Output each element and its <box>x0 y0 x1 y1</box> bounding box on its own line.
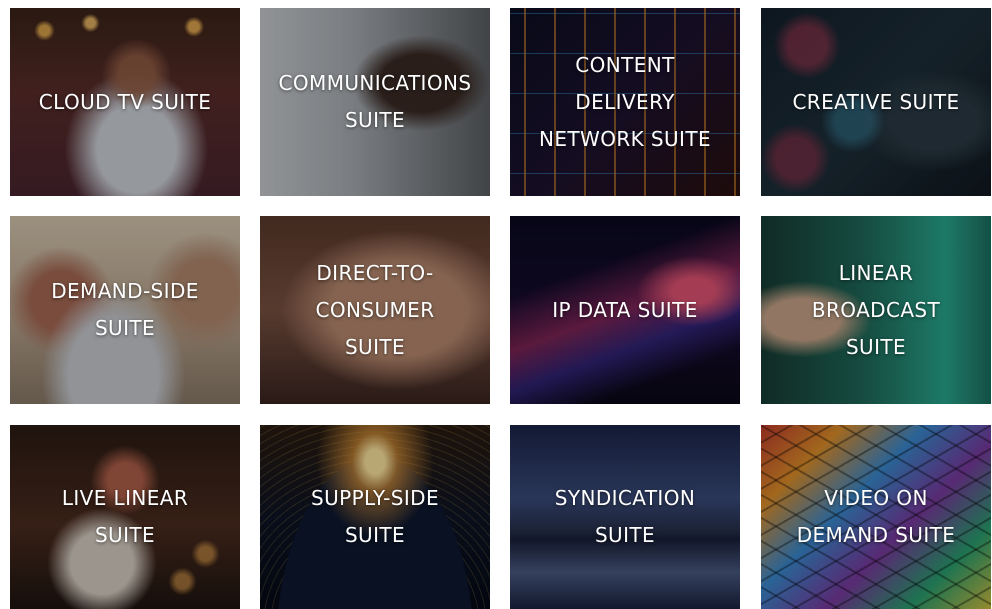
tile-label: CLOUD TV SUITE <box>38 89 212 114</box>
tile-content-delivery-network-suite[interactable]: CONTENT DELIVERY NETWORK SUITE <box>510 8 740 196</box>
tile-syndication-suite[interactable]: SYNDICATION SUITE <box>510 425 740 609</box>
tile-label: CREATIVE SUITE <box>792 89 960 114</box>
suite-grid: CLOUD TV SUITE COMMUNICATIONS SUITE CONT… <box>0 0 992 609</box>
tile-label: DEMAND-SIDE SUITE <box>51 279 199 340</box>
tile-label: VIDEO ON DEMAND SUITE <box>796 486 956 547</box>
tile-label: LINEAR BROADCAST SUITE <box>811 260 941 359</box>
tile-label: IP DATA SUITE <box>552 297 698 322</box>
tile-label: DIRECT-TO- CONSUMER SUITE <box>315 260 435 359</box>
tile-label: COMMUNICATIONS SUITE <box>278 71 472 132</box>
tile-direct-to-consumer-suite[interactable]: DIRECT-TO- CONSUMER SUITE <box>260 216 490 404</box>
tile-creative-suite[interactable]: CREATIVE SUITE <box>761 8 991 196</box>
tile-cloud-tv-suite[interactable]: CLOUD TV SUITE <box>10 8 240 196</box>
tile-label: SYNDICATION SUITE <box>554 486 696 547</box>
tile-video-on-demand-suite[interactable]: VIDEO ON DEMAND SUITE <box>761 425 991 609</box>
tile-label: SUPPLY-SIDE SUITE <box>310 486 440 547</box>
tile-live-linear-suite[interactable]: LIVE LINEAR SUITE <box>10 425 240 609</box>
tile-label: CONTENT DELIVERY NETWORK SUITE <box>539 52 711 151</box>
tile-linear-broadcast-suite[interactable]: LINEAR BROADCAST SUITE <box>761 216 991 404</box>
tile-ip-data-suite[interactable]: IP DATA SUITE <box>510 216 740 404</box>
tile-communications-suite[interactable]: COMMUNICATIONS SUITE <box>260 8 490 196</box>
tile-demand-side-suite[interactable]: DEMAND-SIDE SUITE <box>10 216 240 404</box>
tile-label: LIVE LINEAR SUITE <box>61 486 189 547</box>
tile-supply-side-suite[interactable]: SUPPLY-SIDE SUITE <box>260 425 490 609</box>
